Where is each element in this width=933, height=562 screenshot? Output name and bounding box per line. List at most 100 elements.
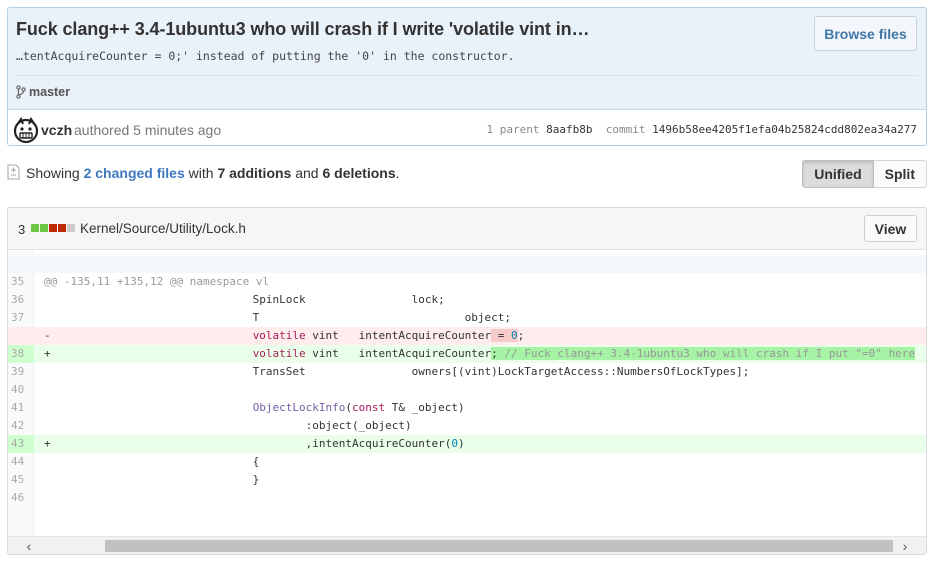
scroll-left-arrow-icon[interactable]: ‹ (20, 538, 38, 554)
diff-summary: Showing 2 changed files with 7 additions… (26, 165, 400, 181)
commit-author[interactable]: vczh (41, 122, 72, 138)
browse-files-button[interactable]: Browse files (814, 16, 917, 51)
code-number: 0 (451, 437, 458, 450)
code-token: T& _object) (385, 401, 465, 414)
code-token: ; (491, 347, 505, 360)
code-text: T object; (54, 311, 511, 324)
context-line: 41 ObjectLockInfo(const T& _object) (8, 399, 926, 417)
divider (16, 75, 918, 76)
file-diff: 3 Kernel/Source/Utility/Lock.h View @@ -… (7, 207, 927, 555)
additions-count: 7 additions (217, 165, 292, 181)
scrollbar-thumb[interactable] (105, 540, 893, 552)
commit-shas: 1 parent 8aafb8b commit 1496b58ee4205f1e… (487, 123, 918, 136)
diff-marker: + (44, 437, 51, 450)
line-number: 43 (8, 435, 34, 453)
changed-highlight: ; // Fuck clang++ 3.4-1ubuntu3 who will … (491, 347, 915, 360)
code-token: = (491, 329, 511, 342)
file-diff-icon (7, 164, 20, 180)
diffstat-bar (31, 224, 75, 232)
context-line: 37 T object; (8, 309, 926, 327)
parent-label: 1 parent (486, 123, 540, 136)
line-number: 38 (8, 345, 34, 363)
commit-meta: vczh authored 5 minutes ago 1 parent 8aa… (8, 111, 926, 145)
view-file-button[interactable]: View (864, 215, 917, 242)
diffstat-block (31, 224, 39, 232)
commit-header: Fuck clang++ 3.4-1ubuntu3 who will crash… (8, 8, 926, 110)
context-line: 46 (8, 489, 926, 507)
code-text: TransSet owners[(vint)LockTargetAccess::… (54, 365, 750, 378)
parent-sha[interactable]: 8aafb8b (546, 123, 592, 136)
commit-time: authored 5 minutes ago (74, 122, 222, 138)
code-text: volatile vint intentAcquireCounter = 0; (54, 327, 524, 345)
line-number: 41 (11, 401, 25, 414)
diff-toc: Showing 2 changed files with 7 additions… (7, 160, 927, 190)
added-line: 43 + ,intentAcquireCounter(0) (8, 435, 926, 453)
and-label: and (295, 165, 319, 181)
context-line: 40 (8, 381, 926, 399)
code-token: vint intentAcquireCounter (305, 347, 492, 360)
split-button[interactable]: Split (873, 160, 927, 188)
code-token: ,intentAcquireCounter( (54, 437, 452, 450)
file-path: Kernel/Source/Utility/Lock.h (80, 221, 246, 236)
diff-view-toggle: Unified Split (802, 160, 927, 188)
code-token: vint intentAcquireCounter (305, 329, 492, 342)
code-keyword: volatile (252, 329, 306, 342)
commit-description: …tentAcquireCounter = 0;' instead of put… (16, 49, 515, 63)
context-line: 35 (8, 273, 926, 291)
unified-button[interactable]: Unified (802, 160, 874, 188)
line-number: 35 (11, 275, 25, 288)
code-token: ) (457, 437, 465, 450)
line-number: 40 (11, 383, 25, 396)
code-text: :object(_object) (54, 419, 412, 432)
context-line: 36 SpinLock lock; (8, 291, 926, 309)
added-line: 38 + volatile vint intentAcquireCounter; … (8, 345, 926, 363)
changed-files-link[interactable]: 2 changed files (84, 165, 185, 181)
horizontal-scrollbar[interactable]: ‹ › (8, 536, 926, 554)
branch-name: master (29, 85, 70, 99)
with-label: with (188, 165, 214, 181)
line-number: 37 (11, 311, 25, 324)
code-comment: // Fuck clang++ 3.4-1ubuntu3 who will cr… (504, 347, 915, 360)
avatar[interactable] (12, 116, 40, 144)
period: . (395, 165, 400, 181)
code-text: SpinLock lock; (54, 293, 445, 306)
code-text: volatile vint intentAcquireCounter; // F… (54, 345, 915, 363)
line-number: 44 (11, 455, 25, 468)
line-number: 46 (11, 491, 25, 504)
line-number: 42 (11, 419, 25, 432)
code-text: { (54, 455, 260, 468)
context-line: 39 TransSet owners[(vint)LockTargetAcces… (8, 363, 926, 381)
diff-marker: - (44, 329, 51, 342)
line-number: 39 (11, 365, 25, 378)
code-text: ObjectLockInfo(const T& _object) (54, 399, 465, 417)
code-function: ObjectLockInfo (252, 401, 346, 414)
branch-label[interactable]: master (16, 85, 70, 99)
file-change-count: 3 (18, 222, 26, 237)
scroll-right-arrow-icon[interactable]: › (896, 538, 914, 554)
diffstat-block (40, 224, 48, 232)
code-text: ,intentAcquireCounter(0) (54, 435, 465, 453)
diffstat-block (49, 224, 57, 232)
diff-marker: + (44, 347, 51, 360)
diffstat-block (58, 224, 66, 232)
file-header: 3 Kernel/Source/Utility/Lock.h View (8, 208, 926, 250)
line-number: 45 (11, 473, 25, 486)
commit-label: commit (605, 123, 646, 136)
deleted-line: - volatile vint intentAcquireCounter = 0… (8, 327, 926, 345)
commit-box: Fuck clang++ 3.4-1ubuntu3 who will crash… (7, 7, 927, 146)
context-line: 44 { (8, 453, 926, 471)
deletions-count: 6 deletions (322, 165, 396, 181)
code-keyword: volatile (252, 347, 306, 360)
context-line: 42 :object(_object) (8, 417, 926, 435)
commit-sha: 1496b58ee4205f1efa04b25824cdd802ea34a277 (652, 123, 917, 136)
code-number: 0 (510, 329, 518, 342)
code-token: ; (517, 329, 525, 342)
diff-table: @@ -135,11 +135,12 @@ namespace vl 35 36 … (8, 251, 926, 537)
changed-highlight: = 0 (491, 329, 518, 342)
line-number: 36 (11, 293, 25, 306)
code-text: } (54, 473, 260, 486)
showing-label: Showing (26, 165, 80, 181)
commit-title: Fuck clang++ 3.4-1ubuntu3 who will crash… (16, 19, 590, 39)
